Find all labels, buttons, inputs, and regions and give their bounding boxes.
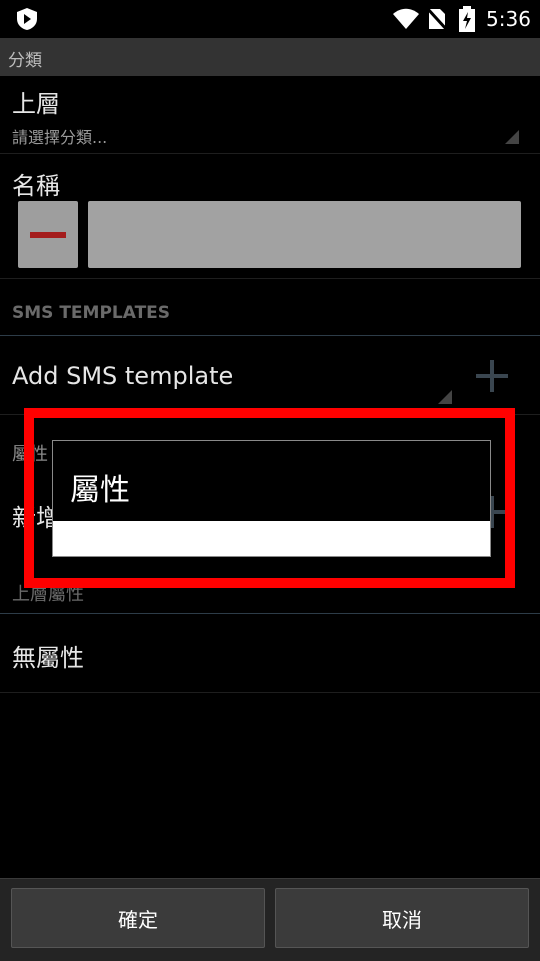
title-bar: 分類 bbox=[0, 38, 540, 76]
name-label: 名稱 bbox=[12, 172, 60, 200]
divider bbox=[0, 153, 540, 154]
app-shield-icon bbox=[17, 8, 37, 30]
parent-hint: 請選擇分類... bbox=[12, 128, 108, 147]
clock: 5:36 bbox=[486, 7, 531, 31]
no-sim-icon bbox=[426, 7, 448, 31]
section-divider bbox=[0, 335, 540, 336]
attribute-input[interactable] bbox=[53, 521, 490, 556]
battery-charging-icon bbox=[459, 6, 475, 32]
name-input[interactable] bbox=[88, 201, 521, 268]
attribute-dialog: 屬性 bbox=[52, 440, 491, 557]
spinner-arrow-icon bbox=[505, 130, 519, 144]
confirm-button[interactable]: 確定 bbox=[11, 888, 265, 948]
wifi-icon bbox=[393, 8, 419, 29]
page-title: 分類 bbox=[8, 51, 42, 71]
remove-button[interactable] bbox=[18, 201, 78, 268]
dialog-title: 屬性 bbox=[70, 473, 130, 508]
add-sms-template-label: Add SMS template bbox=[12, 362, 234, 390]
cancel-button[interactable]: 取消 bbox=[275, 888, 529, 948]
no-attributes-label: 無屬性 bbox=[12, 644, 84, 672]
section-divider bbox=[0, 613, 540, 614]
add-sms-template-plus-icon[interactable] bbox=[476, 360, 508, 392]
status-bar: 5:36 bbox=[0, 0, 540, 38]
parent-label: 上層 bbox=[12, 90, 60, 118]
divider bbox=[0, 278, 540, 279]
divider bbox=[0, 692, 540, 693]
spinner-arrow-icon bbox=[438, 390, 452, 404]
sms-section-header: SMS TEMPLATES bbox=[12, 303, 171, 323]
minus-icon bbox=[30, 232, 66, 238]
